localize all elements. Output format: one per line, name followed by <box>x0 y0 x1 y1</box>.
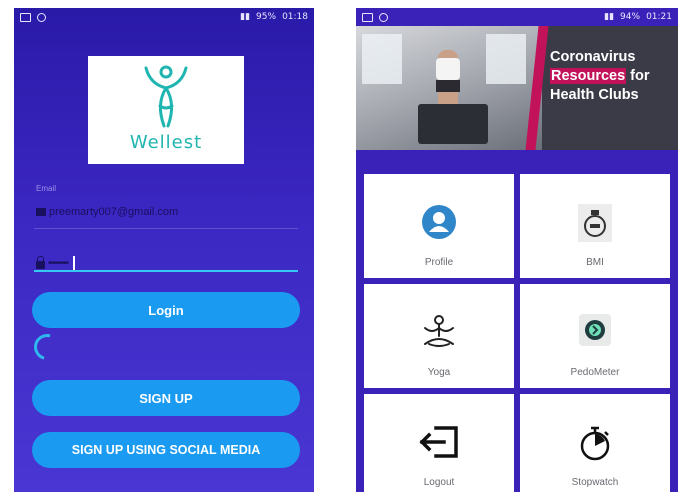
email-underline <box>34 228 298 229</box>
clock: 01:18 <box>282 12 308 22</box>
image-notification-icon <box>362 12 373 22</box>
image-notification-icon <box>20 12 31 22</box>
social-sign-up-button[interactable]: SIGN UP USING SOCIAL MEDIA <box>32 432 300 468</box>
app-logo: Wellest <box>88 56 244 164</box>
status-bar: ▮▮ 95% 01:18 <box>14 8 314 26</box>
loading-spinner-icon <box>29 329 65 365</box>
tile-label: Profile <box>424 257 454 268</box>
tile-label: Yoga <box>427 367 451 378</box>
signal-icon: ▮▮ <box>604 12 615 22</box>
email-label: Email <box>36 184 57 193</box>
tile-yoga[interactable]: Yoga <box>364 284 514 388</box>
battery-level: 94% <box>620 12 641 22</box>
password-field[interactable]: •••••••• <box>36 255 76 270</box>
tile-profile[interactable]: Profile <box>364 174 514 278</box>
promo-banner[interactable]: Coronavirus Resources for Health Clubs <box>356 26 678 150</box>
login-screen: ▮▮ 95% 01:18 Wellest Email preemarty007@… <box>14 8 314 492</box>
banner-line-2-rest: for <box>626 68 650 84</box>
dashboard-screen: ▮▮ 94% 01:21 Coronavirus Resources for H… <box>356 8 678 492</box>
pedometer-icon <box>579 314 611 346</box>
lock-icon <box>36 255 45 269</box>
stopwatch-icon <box>580 426 610 461</box>
tile-logout[interactable]: Logout <box>364 394 514 492</box>
logo-text: Wellest <box>129 132 203 153</box>
banner-headline: Coronavirus Resources for Health Clubs <box>550 48 650 105</box>
banner-line-1: Coronavirus <box>550 49 636 65</box>
tile-label: Stopwatch <box>571 477 619 488</box>
tile-label: Logout <box>423 477 455 488</box>
clock: 01:21 <box>646 12 672 22</box>
email-field[interactable]: preemarty007@gmail.com <box>36 206 178 218</box>
wellest-figure-icon <box>144 65 188 128</box>
yoga-icon <box>424 315 454 347</box>
feature-grid: Profile BMI Yoga PedoMeter Logout Stopwa… <box>364 174 670 492</box>
email-value: preemarty007@gmail.com <box>49 206 179 218</box>
sign-up-button[interactable]: SIGN UP <box>32 380 300 416</box>
status-bar: ▮▮ 94% 01:21 <box>356 8 678 26</box>
password-value: •••••••• <box>48 257 69 269</box>
profile-icon <box>422 205 456 239</box>
tile-pedometer[interactable]: PedoMeter <box>520 284 670 388</box>
sync-notification-icon <box>379 12 388 22</box>
tile-label: PedoMeter <box>570 367 620 378</box>
password-underline <box>34 270 298 272</box>
treadmill-photo <box>356 26 542 150</box>
tile-bmi[interactable]: BMI <box>520 174 670 278</box>
banner-line-3: Health Clubs <box>550 87 639 103</box>
battery-level: 95% <box>256 12 277 22</box>
sync-notification-icon <box>37 12 46 22</box>
tile-stopwatch[interactable]: Stopwatch <box>520 394 670 492</box>
mail-icon <box>36 208 46 216</box>
text-caret <box>73 256 76 270</box>
login-button[interactable]: Login <box>32 292 300 328</box>
logout-icon <box>419 426 458 458</box>
tile-label: BMI <box>586 257 604 268</box>
bmi-icon <box>578 204 612 242</box>
banner-highlight: Resources <box>550 68 627 84</box>
signal-icon: ▮▮ <box>240 12 251 22</box>
